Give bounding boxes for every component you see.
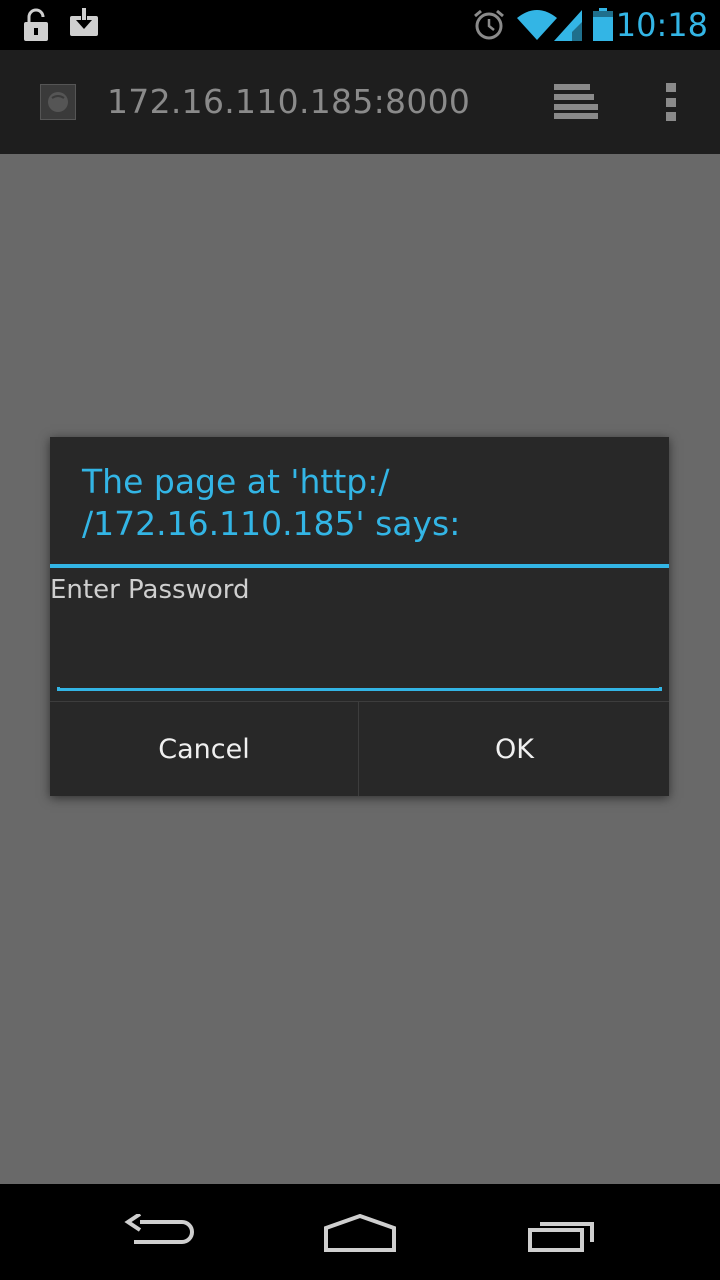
- unlock-icon: [22, 8, 50, 46]
- overflow-menu-icon[interactable]: [664, 82, 678, 126]
- download-icon: [68, 8, 100, 42]
- status-bar: 10:18: [0, 0, 720, 50]
- dialog-button-bar: Cancel OK: [50, 701, 669, 796]
- screen: 10:18 172.16.110.185:8000 The page at 'h…: [0, 0, 720, 1280]
- signal-icon: [552, 8, 584, 46]
- favicon-icon: [40, 84, 76, 120]
- cancel-button[interactable]: Cancel: [50, 702, 359, 796]
- dialog-message: Enter Password: [50, 575, 250, 605]
- browser-toolbar: 172.16.110.185:8000: [0, 50, 720, 154]
- home-icon[interactable]: [322, 1213, 398, 1258]
- navigation-bar: [0, 1184, 720, 1280]
- status-time: 10:18: [615, 6, 708, 44]
- battery-icon: [592, 8, 614, 46]
- url-bar[interactable]: 172.16.110.185:8000: [107, 80, 470, 124]
- dialog-title-divider: [50, 564, 669, 568]
- prompt-dialog: The page at 'http:/ /172.16.110.185' say…: [50, 437, 669, 796]
- recent-apps-icon[interactable]: [526, 1216, 598, 1258]
- password-input-underline: [57, 687, 662, 691]
- dialog-title: The page at 'http:/ /172.16.110.185' say…: [82, 462, 461, 543]
- tabs-icon[interactable]: [552, 82, 600, 124]
- back-icon[interactable]: [124, 1212, 196, 1258]
- alarm-icon: [472, 8, 506, 46]
- ok-button[interactable]: OK: [360, 702, 669, 796]
